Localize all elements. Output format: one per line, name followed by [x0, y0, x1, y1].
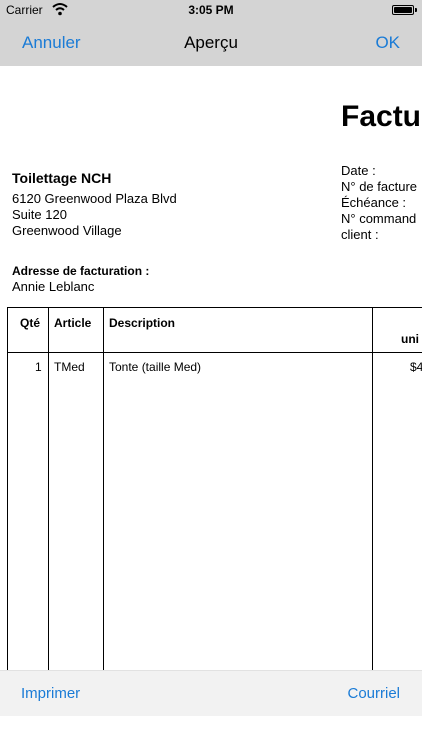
billing-label: Adresse de facturation :: [12, 264, 150, 278]
print-button[interactable]: Imprimer: [21, 685, 80, 702]
meta-order-number-label: N° command: [341, 211, 417, 226]
meta-invoice-number-label: N° de facture: [341, 179, 418, 194]
page-title: Aperçu: [184, 33, 238, 52]
navigation-bar: Annuler Aperçu OK: [0, 20, 422, 66]
meta-due-label: Échéance :: [341, 195, 407, 210]
header-article: Article: [54, 316, 92, 330]
company-name: Toilettage NCH: [12, 170, 112, 186]
company-block: Toilettage NCH 6120 Greenwood Plaza Blvd…: [12, 170, 177, 239]
col-divider-description: [372, 307, 373, 670]
home-indicator-area: [0, 716, 422, 750]
table-border-left: [7, 307, 8, 670]
company-address-line1: 6120 Greenwood Plaza Blvd: [12, 191, 177, 206]
row-price: $4: [410, 360, 422, 374]
row-description: Tonte (taille Med): [109, 360, 202, 374]
table-header-divider: [7, 352, 422, 353]
header-qty: Qté: [20, 316, 41, 330]
row-qty: 1: [35, 360, 42, 374]
bottom-toolbar: Imprimer Courriel: [0, 670, 422, 716]
row-article: TMed: [54, 360, 85, 374]
invoice-meta: Date : N° de facture Échéance : N° comma…: [341, 163, 417, 243]
meta-client-label: client :: [341, 227, 379, 242]
status-bar: Carrier 3:05 PM: [0, 0, 422, 20]
meta-date-label: Date :: [341, 163, 376, 178]
header-unit-price: uni: [401, 332, 419, 346]
header-description: Description: [109, 316, 176, 330]
billing-block: Adresse de facturation : Annie Leblanc: [12, 263, 149, 295]
billing-name: Annie Leblanc: [12, 279, 95, 294]
line-items-table: Qté Article Description uni 1 TMed Tonte…: [7, 307, 422, 670]
company-city: Greenwood Village: [12, 223, 122, 238]
ok-button[interactable]: OK: [375, 33, 400, 53]
company-address-line2: Suite 120: [12, 207, 67, 222]
col-divider-article: [103, 307, 104, 670]
col-divider-qty: [48, 307, 49, 670]
invoice-preview[interactable]: Factu Toilettage NCH 6120 Greenwood Plaz…: [0, 66, 422, 670]
invoice-title: Factu: [341, 100, 422, 133]
status-time: 3:05 PM: [188, 3, 234, 17]
table-top-border: [7, 307, 422, 308]
email-button[interactable]: Courriel: [347, 685, 400, 702]
battery-icon: [392, 5, 417, 15]
